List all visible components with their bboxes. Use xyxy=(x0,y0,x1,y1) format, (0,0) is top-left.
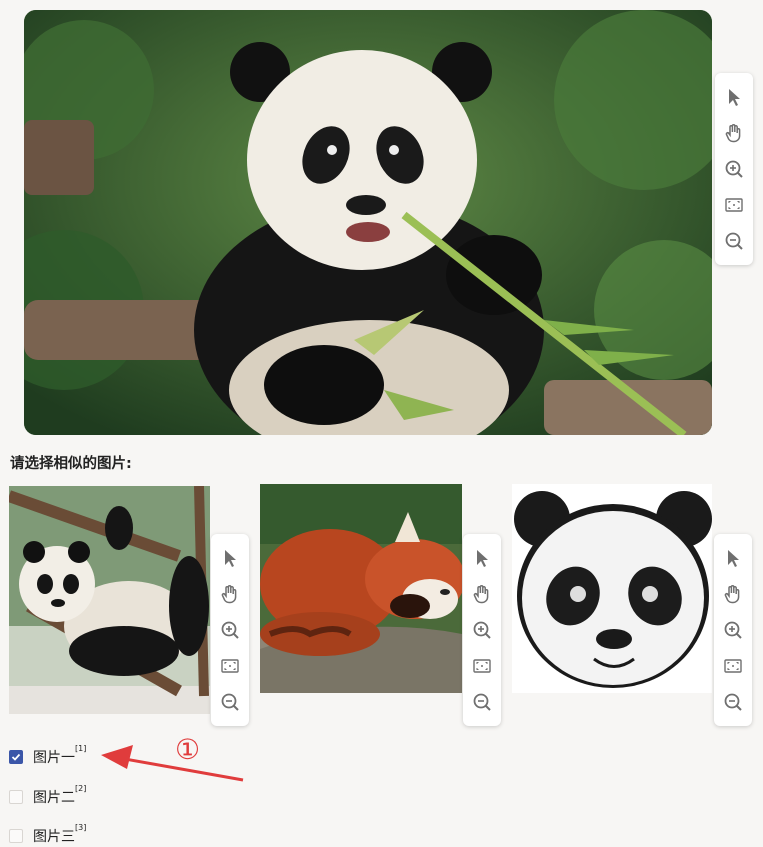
main-image xyxy=(24,10,712,435)
thumbnail-2-toolbar xyxy=(463,534,501,726)
zoom-in-icon[interactable] xyxy=(217,617,243,643)
checkbox-option-3[interactable] xyxy=(9,829,23,843)
zoom-in-icon[interactable] xyxy=(721,156,747,182)
check-icon xyxy=(11,753,21,761)
zoom-in-icon[interactable] xyxy=(469,617,495,643)
option-2[interactable]: 图片二[2] xyxy=(9,784,87,808)
fit-screen-icon[interactable] xyxy=(721,192,747,218)
option-1[interactable]: 图片一[1] xyxy=(9,744,87,768)
option-3-ref: [3] xyxy=(75,823,87,832)
pointer-icon[interactable] xyxy=(217,545,243,571)
option-2-label: 图片二[2] xyxy=(33,784,87,806)
thumbnail-3 xyxy=(512,484,712,693)
option-3[interactable]: 图片三[3] xyxy=(9,823,87,847)
pointer-icon[interactable] xyxy=(720,545,746,571)
hand-icon[interactable] xyxy=(720,581,746,607)
question-prompt: 请选择相似的图片: xyxy=(10,456,132,472)
hand-icon[interactable] xyxy=(469,581,495,607)
fit-screen-icon[interactable] xyxy=(217,653,243,679)
fit-screen-icon[interactable] xyxy=(720,653,746,679)
thumbnail-2 xyxy=(260,484,462,693)
zoom-in-icon[interactable] xyxy=(720,617,746,643)
thumbnail-1 xyxy=(9,486,210,714)
checkbox-option-1[interactable] xyxy=(9,750,23,764)
hand-icon[interactable] xyxy=(217,581,243,607)
option-1-label: 图片一[1] xyxy=(33,744,87,766)
zoom-out-icon[interactable] xyxy=(720,689,746,715)
option-3-label: 图片三[3] xyxy=(33,823,87,845)
thumbnail-3-toolbar xyxy=(714,534,752,726)
hand-icon[interactable] xyxy=(721,120,747,146)
pointer-icon[interactable] xyxy=(469,545,495,571)
thumbnail-1-toolbar xyxy=(211,534,249,726)
option-1-ref: [1] xyxy=(75,744,87,753)
zoom-out-icon[interactable] xyxy=(217,689,243,715)
zoom-out-icon[interactable] xyxy=(469,689,495,715)
checkbox-option-2[interactable] xyxy=(9,790,23,804)
main-image-toolbar xyxy=(715,73,753,265)
pointer-icon[interactable] xyxy=(721,84,747,110)
option-2-ref: [2] xyxy=(75,784,87,793)
fit-screen-icon[interactable] xyxy=(469,653,495,679)
annotation-arrow xyxy=(101,745,244,782)
zoom-out-icon[interactable] xyxy=(721,228,747,254)
